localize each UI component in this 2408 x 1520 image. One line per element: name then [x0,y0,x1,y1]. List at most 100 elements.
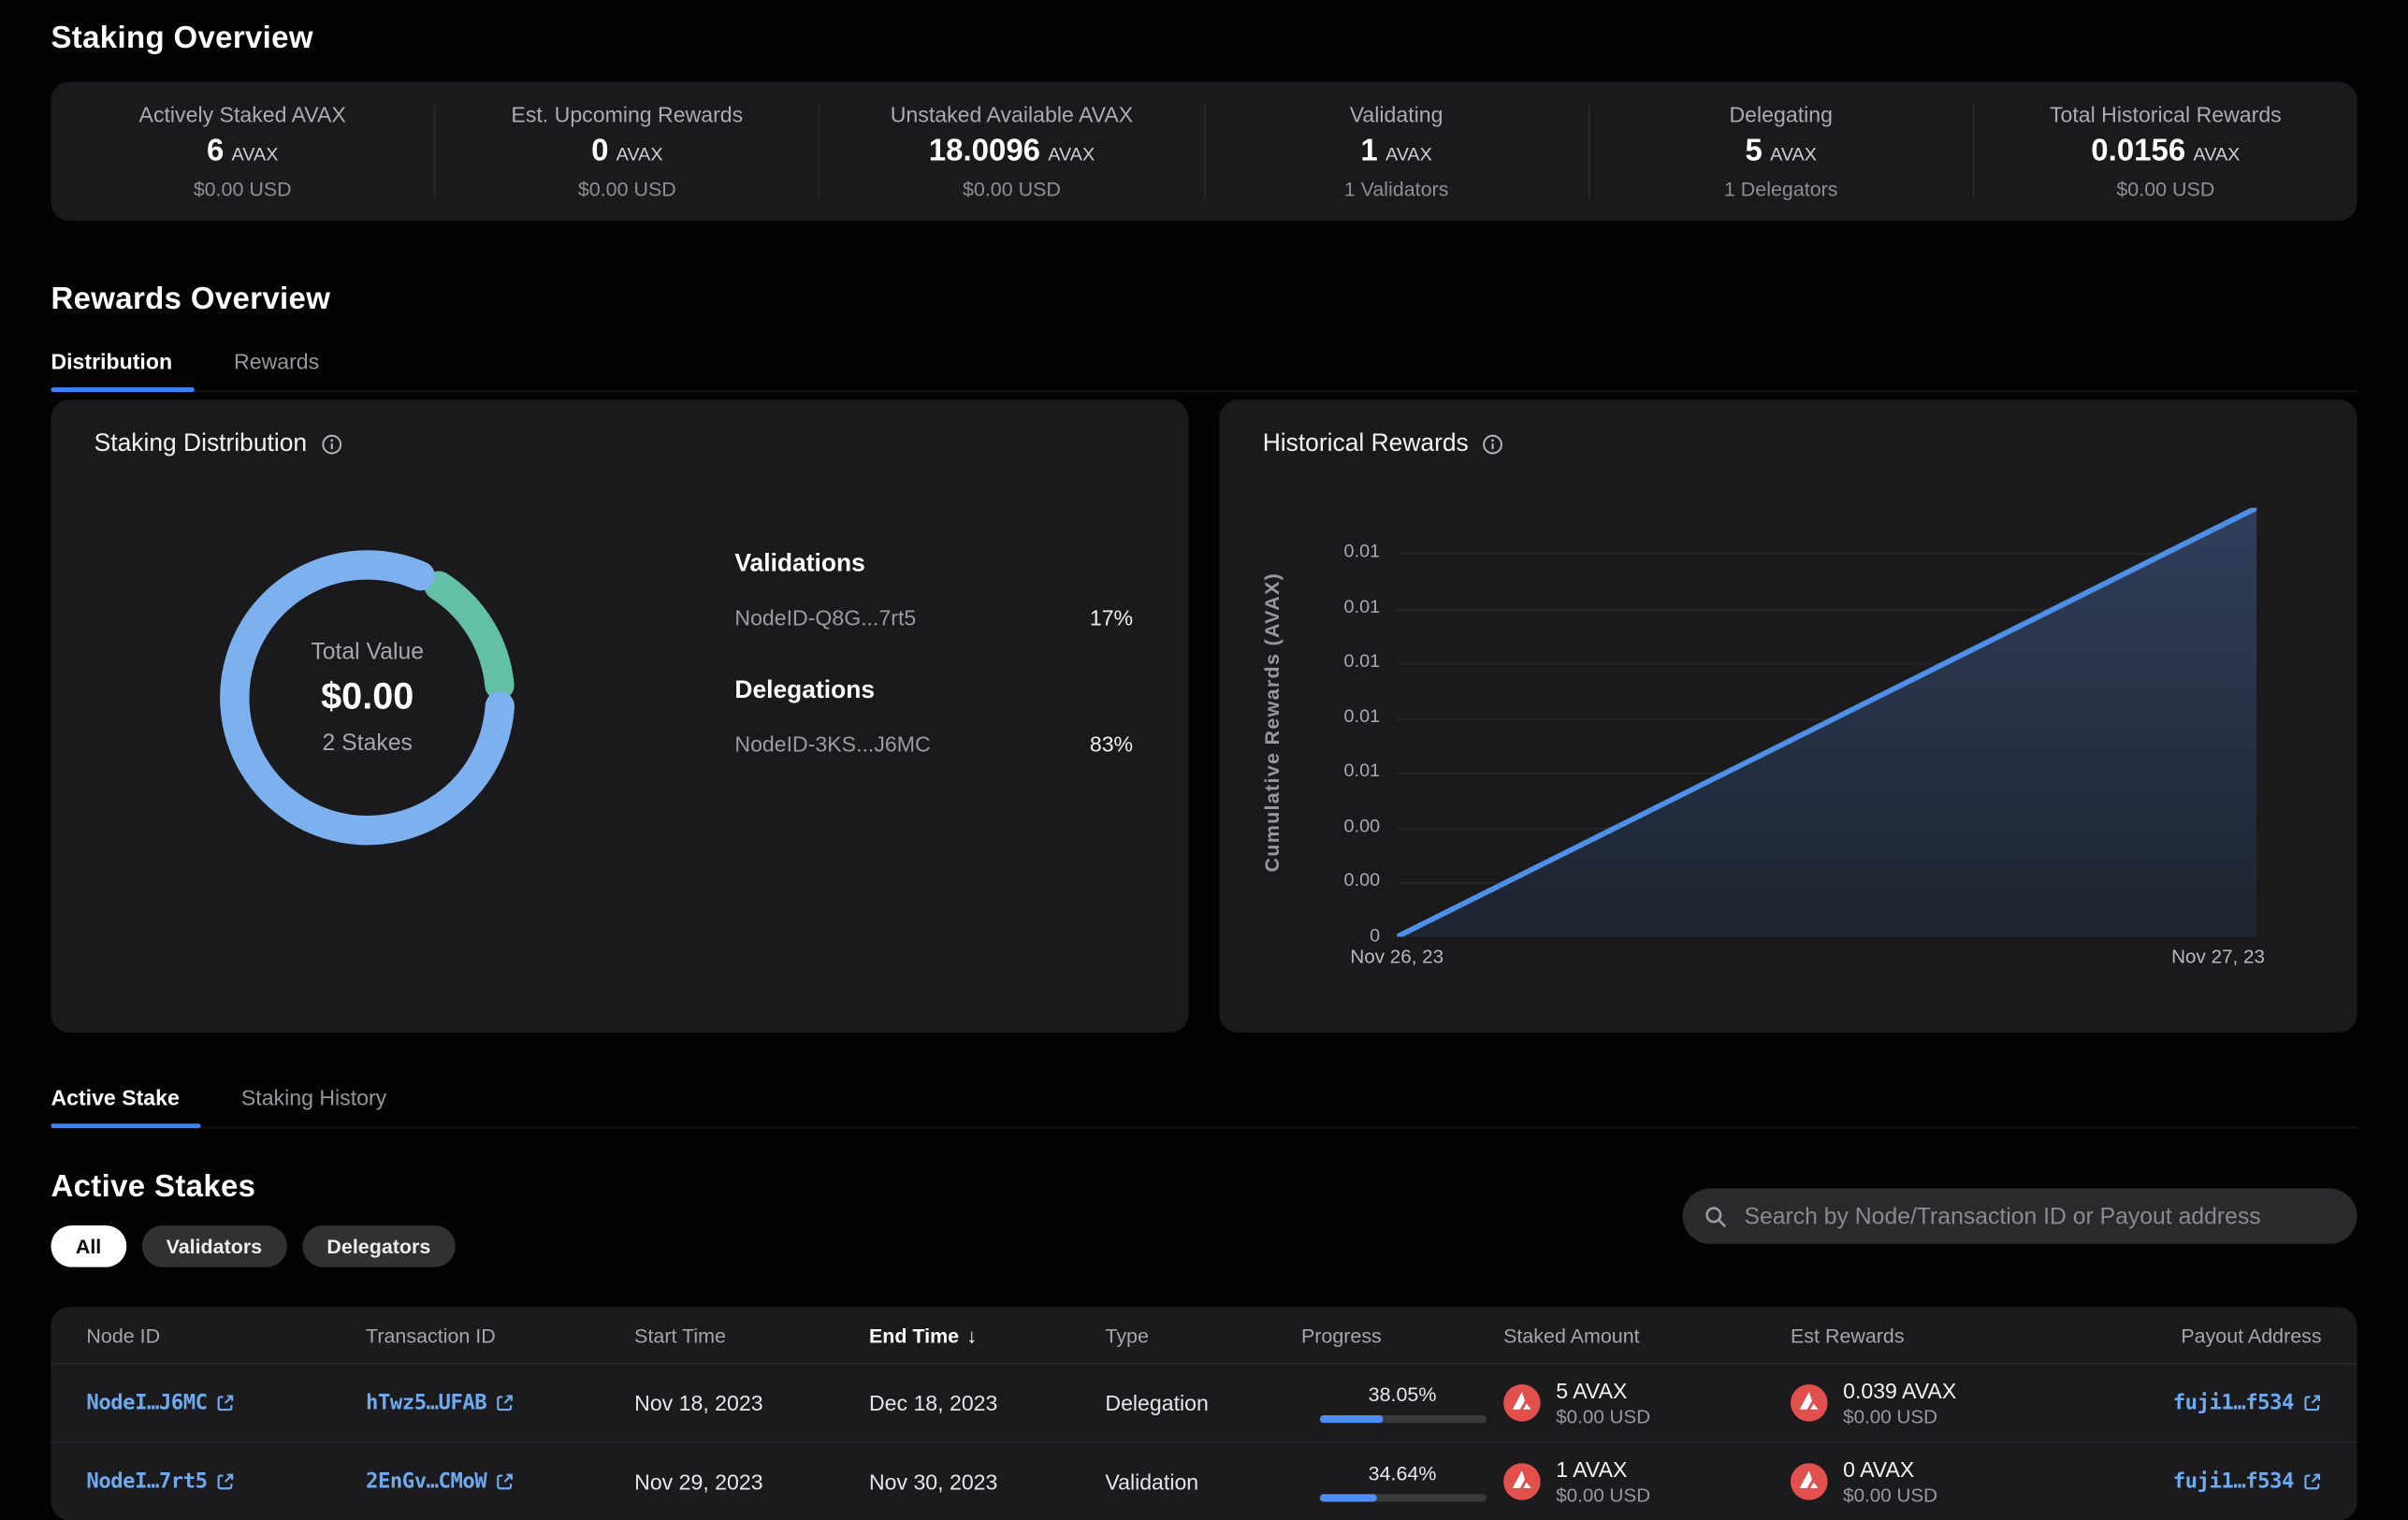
node-id-link[interactable]: NodeI…J6MC [86,1391,235,1415]
donut-center-sub: 2 Stakes [323,730,413,756]
x-tick-start: Nov 26, 23 [1320,946,1474,967]
validations-heading: Validations [734,551,1133,579]
est-rewards-cell: 0 AVAX$0.00 USD [1791,1457,2084,1507]
stat-sub: $0.00 USD [963,178,1061,201]
stat-actively-staked: Actively Staked AVAX 6AVAX $0.00 USD [51,105,433,197]
card-title: Historical Rewards [1263,430,1469,458]
tab-staking-history[interactable]: Staking History [241,1076,386,1126]
sort-desc-icon: ↓ [966,1324,977,1347]
stat-unstaked-available: Unstaked Available AVAX 18.0096AVAX $0.0… [819,105,1203,197]
historical-rewards-card: Historical Rewards Cumulative Rewards (A… [1220,399,2357,1033]
stat-upcoming-rewards: Est. Upcoming Rewards 0AVAX $0.00 USD [434,105,819,197]
stat-unit: AVAX [1048,143,1095,165]
y-tick: 0.01 [1220,596,1381,617]
rewards-tabs: Distribution Rewards [51,340,2357,392]
tab-rewards[interactable]: Rewards [234,340,319,390]
external-link-icon [496,1472,515,1491]
payout-address-link[interactable]: fuji1…f534 [2173,1469,2322,1494]
est-rewards: 0 AVAX [1843,1457,1937,1482]
stat-unit: AVAX [2193,143,2240,165]
progress-bar [1319,1494,1486,1501]
est-rewards: 0.039 AVAX [1843,1378,1956,1402]
stat-value: 0 [591,135,608,170]
filter-validators[interactable]: Validators [141,1225,286,1267]
rewards-overview-title: Rewards Overview [51,282,2357,318]
col-progress[interactable]: Progress [1301,1324,1503,1347]
table-row: NodeI…J6MC hTwz5…UFAB Nov 18, 2023 Dec 1… [51,1365,2357,1443]
staking-dashboard: Staking Overview Actively Staked AVAX 6A… [0,0,2408,1502]
y-tick: 0.01 [1220,541,1381,562]
search-icon [1704,1205,1728,1228]
col-start-time[interactable]: Start Time [634,1324,869,1347]
stat-label: Delegating [1729,102,1832,126]
progress-cell: 38.05% [1301,1382,1503,1423]
staking-distribution-donut: Total Value $0.00 2 Stakes [213,543,522,852]
transaction-id-link[interactable]: hTwz5…UFAB [366,1391,515,1415]
end-time: Nov 30, 2023 [869,1469,1105,1494]
info-icon[interactable] [1483,434,1504,456]
stake-type: Delegation [1105,1391,1301,1415]
stat-value: 18.0096 [929,135,1040,170]
stat-sub: $0.00 USD [2116,178,2214,201]
donut-center-value: $0.00 [321,676,413,719]
page-title: Staking Overview [51,22,2357,57]
stat-value: 1 [1360,135,1377,170]
col-node-id[interactable]: Node ID [86,1324,366,1347]
avax-logo-icon [1503,1463,1541,1500]
stat-sub: $0.00 USD [194,178,292,201]
y-tick: 0.01 [1220,705,1381,727]
staking-distribution-card: Staking Distribution Total Value $0.00 2… [51,399,1188,1033]
transaction-id-link[interactable]: 2EnGv…CMoW [366,1469,515,1494]
node-id-link[interactable]: NodeI…7rt5 [86,1469,235,1494]
est-rewards-usd: $0.00 USD [1843,1484,1937,1506]
delegation-node-id: NodeID-3KS...J6MC [734,731,930,756]
external-link-icon [2303,1472,2322,1491]
table-header-row: Node ID Transaction ID Start Time End Ti… [51,1308,2357,1365]
stat-label: Total Historical Rewards [2050,102,2282,126]
card-title: Staking Distribution [94,430,307,458]
progress-bar [1319,1415,1486,1423]
payout-address-link[interactable]: fuji1…f534 [2173,1391,2322,1415]
rewards-line-chart [1397,508,2256,937]
delegation-legend-row: NodeID-3KS...J6MC 83% [734,731,1133,756]
progress-cell: 34.64% [1301,1462,1503,1502]
y-tick: 0.01 [1220,650,1381,672]
stat-value: 6 [207,135,224,170]
col-end-time[interactable]: End Time↓ [869,1324,1105,1347]
stat-label: Validating [1350,102,1443,126]
col-staked-amount[interactable]: Staked Amount [1503,1324,1791,1347]
tab-distribution[interactable]: Distribution [51,340,172,390]
filter-all[interactable]: All [51,1225,125,1267]
delegations-heading: Delegations [734,677,1133,705]
stat-label: Est. Upcoming Rewards [511,102,743,126]
staking-stats-bar: Actively Staked AVAX 6AVAX $0.00 USD Est… [51,81,2357,221]
avax-logo-icon [1791,1384,1828,1422]
stat-value: 0.0156 [2091,135,2185,170]
external-link-icon [2303,1394,2322,1412]
staked-usd: $0.00 USD [1556,1484,1650,1506]
col-type[interactable]: Type [1105,1324,1301,1347]
y-tick: 0.01 [1220,760,1381,781]
donut-center-label: Total Value [311,639,424,665]
avax-logo-icon [1503,1384,1541,1422]
stat-label: Unstaked Available AVAX [891,102,1133,126]
delegation-percent: 83% [1090,731,1133,756]
y-tick: 0.00 [1220,869,1381,890]
stat-delegating: Delegating 5AVAX 1 Delegators [1588,105,1972,197]
validation-legend-row: NodeID-Q8G...7rt5 17% [734,605,1133,630]
col-est-rewards[interactable]: Est Rewards [1791,1324,2084,1347]
est-rewards-cell: 0.039 AVAX$0.00 USD [1791,1378,2084,1427]
tab-active-stake[interactable]: Active Stake [51,1076,179,1126]
filter-delegators[interactable]: Delegators [302,1225,456,1267]
progress-percent: 34.64% [1369,1462,1437,1485]
staked-amount-cell: 1 AVAX$0.00 USD [1503,1457,1791,1507]
external-link-icon [216,1394,235,1412]
col-payout-address[interactable]: Payout Address [2084,1324,2322,1347]
staked-usd: $0.00 USD [1556,1406,1650,1427]
info-icon[interactable] [321,434,342,456]
search-input[interactable] [1741,1202,2335,1231]
avax-logo-icon [1791,1463,1828,1500]
stat-label: Actively Staked AVAX [139,102,346,126]
col-transaction-id[interactable]: Transaction ID [366,1324,634,1347]
search-box[interactable] [1683,1189,2357,1244]
